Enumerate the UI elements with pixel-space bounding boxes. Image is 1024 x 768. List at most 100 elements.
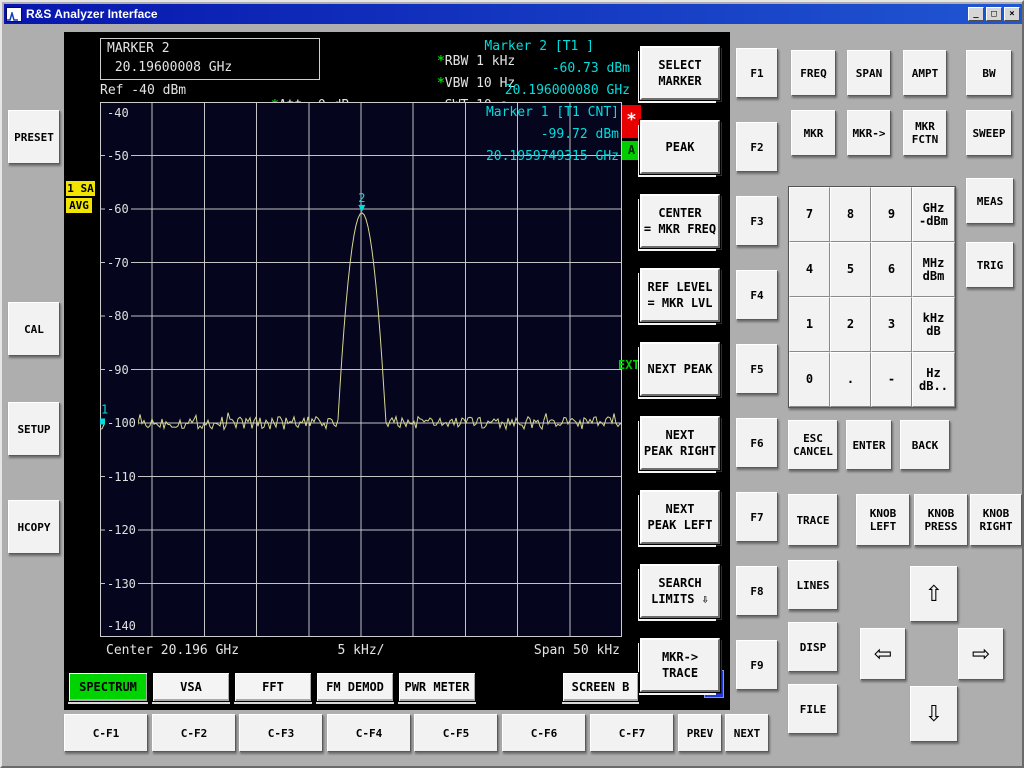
- numpad-key-4[interactable]: 4: [789, 242, 830, 297]
- tab-pwr-meter[interactable]: PWR METER: [398, 672, 476, 702]
- y-tick-label: -120: [105, 523, 138, 537]
- maximize-button[interactable]: □: [986, 7, 1002, 21]
- key-back[interactable]: BACK: [900, 420, 950, 470]
- fkey-f9[interactable]: F9: [736, 640, 778, 690]
- key-file[interactable]: FILE: [788, 684, 838, 734]
- key-enter[interactable]: ENTER: [846, 420, 892, 470]
- key-c-f3[interactable]: C-F3: [239, 714, 323, 752]
- fkey-f5[interactable]: F5: [736, 344, 778, 394]
- numpad-key-3[interactable]: 3: [871, 297, 912, 352]
- key-lines[interactable]: LINES: [788, 560, 838, 610]
- tab-vsa[interactable]: VSA: [152, 672, 230, 702]
- numpad-key-5[interactable]: 5: [830, 242, 871, 297]
- left-key-setup[interactable]: SETUP: [8, 402, 60, 456]
- marker2-level: -60.73 dBm: [382, 61, 630, 76]
- arrow-left-key[interactable]: ⇦: [860, 628, 906, 680]
- tab-fft[interactable]: FFT: [234, 672, 312, 702]
- marker1-level: -99.72 dBm: [402, 127, 619, 142]
- y-tick-label: -70: [105, 256, 131, 270]
- key-disp[interactable]: DISP: [788, 622, 838, 672]
- marker-readout-box: MARKER 2 20.19600008 GHz: [100, 38, 320, 80]
- numpad-key-1[interactable]: 1: [789, 297, 830, 352]
- key-esc-cancel[interactable]: ESC CANCEL: [788, 420, 838, 470]
- key-c-f4[interactable]: C-F4: [327, 714, 411, 752]
- softkey-line: = MKR FREQ: [644, 221, 716, 237]
- key-trace[interactable]: TRACE: [788, 494, 838, 546]
- softkey-search-limits[interactable]: SEARCHLIMITS ⇩: [640, 564, 720, 618]
- softkey-line: REF LEVEL: [647, 279, 712, 295]
- numpad-key-8[interactable]: 8: [830, 187, 871, 242]
- marker1-title: Marker 1 [T1 CNT]: [402, 105, 619, 120]
- tab-screen-b[interactable]: SCREEN B: [562, 672, 639, 702]
- minimize-button[interactable]: _: [968, 7, 984, 21]
- numpad-key-7[interactable]: 7: [789, 187, 830, 242]
- key-prev[interactable]: PREV: [678, 714, 722, 752]
- uncal-star-badge: *: [622, 105, 641, 138]
- softkey-ref-level-mkr-lvl[interactable]: REF LEVEL= MKR LVL: [640, 268, 720, 322]
- key-mkr[interactable]: MKR: [791, 110, 836, 156]
- key-bw[interactable]: BW: [966, 50, 1012, 96]
- key-next[interactable]: NEXT: [725, 714, 769, 752]
- marker2-freq: 20.196000080 GHz: [382, 83, 630, 98]
- close-button[interactable]: ×: [1004, 7, 1020, 21]
- key-knob-press[interactable]: KNOB PRESS: [914, 494, 968, 546]
- y-tick-label: -140: [105, 619, 138, 633]
- softkey-next-peak[interactable]: NEXT PEAK: [640, 342, 720, 396]
- tab-fm-demod[interactable]: FM DEMOD: [316, 672, 394, 702]
- softkey-mkr-trace[interactable]: MKR-> TRACE: [640, 638, 720, 692]
- key-knob-right[interactable]: KNOB RIGHT: [970, 494, 1022, 546]
- numpad-key-9[interactable]: 9: [871, 187, 912, 242]
- fkey-f6[interactable]: F6: [736, 418, 778, 468]
- fkey-f2[interactable]: F2: [736, 122, 778, 172]
- key-knob-left[interactable]: KNOB LEFT: [856, 494, 910, 546]
- numpad-key-6[interactable]: 6: [871, 242, 912, 297]
- key-c-f5[interactable]: C-F5: [414, 714, 498, 752]
- key-c-f6[interactable]: C-F6: [502, 714, 586, 752]
- arrow-up-key[interactable]: ⇧: [910, 566, 958, 622]
- left-key-preset[interactable]: PRESET: [8, 110, 60, 164]
- fkey-f1[interactable]: F1: [736, 48, 778, 98]
- numpad-key-ghz-dbm[interactable]: GHz -dBm: [912, 187, 955, 242]
- key-trig[interactable]: TRIG: [966, 242, 1014, 288]
- tab-spectrum[interactable]: SPECTRUM: [68, 672, 148, 702]
- numeric-keypad: 789GHz -dBm 456MHz dBm 123kHz dB 0.-Hz dB..: [788, 186, 956, 408]
- numpad-key-0[interactable]: 0: [789, 352, 830, 407]
- softkey-center-mkr-freq[interactable]: CENTER= MKR FREQ: [640, 194, 720, 248]
- key-c-f1[interactable]: C-F1: [64, 714, 148, 752]
- marker2-title: Marker 2 [T1 ]: [382, 39, 594, 54]
- center-freq-label: Center 20.196 GHz: [106, 643, 239, 658]
- numpad-key-mhz-dbm[interactable]: MHz dBm: [912, 242, 955, 297]
- spectrum-plot: 1 2: [100, 102, 622, 637]
- key-mkr-to[interactable]: MKR->: [847, 110, 891, 156]
- numpad-key-dot[interactable]: .: [830, 352, 871, 407]
- arrow-right-key[interactable]: ⇨: [958, 628, 1004, 680]
- key-span[interactable]: SPAN: [847, 50, 891, 96]
- left-key-hcopy[interactable]: HCOPY: [8, 500, 60, 554]
- window-title-bar[interactable]: R&S Analyzer Interface _ □ ×: [4, 4, 1022, 24]
- numpad-key-2[interactable]: 2: [830, 297, 871, 352]
- numpad-key-hz-db[interactable]: Hz dB..: [912, 352, 955, 407]
- window-controls: _ □ ×: [966, 7, 1020, 21]
- softkey-line: NEXT: [666, 427, 695, 443]
- fkey-f8[interactable]: F8: [736, 566, 778, 616]
- key-c-f2[interactable]: C-F2: [152, 714, 236, 752]
- numpad-key-khz-db[interactable]: kHz dB: [912, 297, 955, 352]
- arrow-down-key[interactable]: ⇩: [910, 686, 958, 742]
- screen-a-badge: A: [622, 141, 641, 160]
- key-freq[interactable]: FREQ: [791, 50, 836, 96]
- left-key-cal[interactable]: CAL: [8, 302, 60, 356]
- softkey-select-marker[interactable]: SELECTMARKER: [640, 46, 720, 100]
- fkey-f3[interactable]: F3: [736, 196, 778, 246]
- fkey-f7[interactable]: F7: [736, 492, 778, 542]
- softkey-peak[interactable]: PEAK: [640, 120, 720, 174]
- key-ampt[interactable]: AMPT: [903, 50, 947, 96]
- key-c-f7[interactable]: C-F7: [590, 714, 674, 752]
- fkey-f4[interactable]: F4: [736, 270, 778, 320]
- softkey-next-peak-left[interactable]: NEXTPEAK LEFT: [640, 490, 720, 544]
- numpad-key-minus[interactable]: -: [871, 352, 912, 407]
- key-meas[interactable]: MEAS: [966, 178, 1014, 224]
- softkey-next-peak-right[interactable]: NEXTPEAK RIGHT: [640, 416, 720, 470]
- softkey-line: PEAK RIGHT: [644, 443, 716, 459]
- key-sweep[interactable]: SWEEP: [966, 110, 1012, 156]
- key-mkr-fctn[interactable]: MKR FCTN: [903, 110, 947, 156]
